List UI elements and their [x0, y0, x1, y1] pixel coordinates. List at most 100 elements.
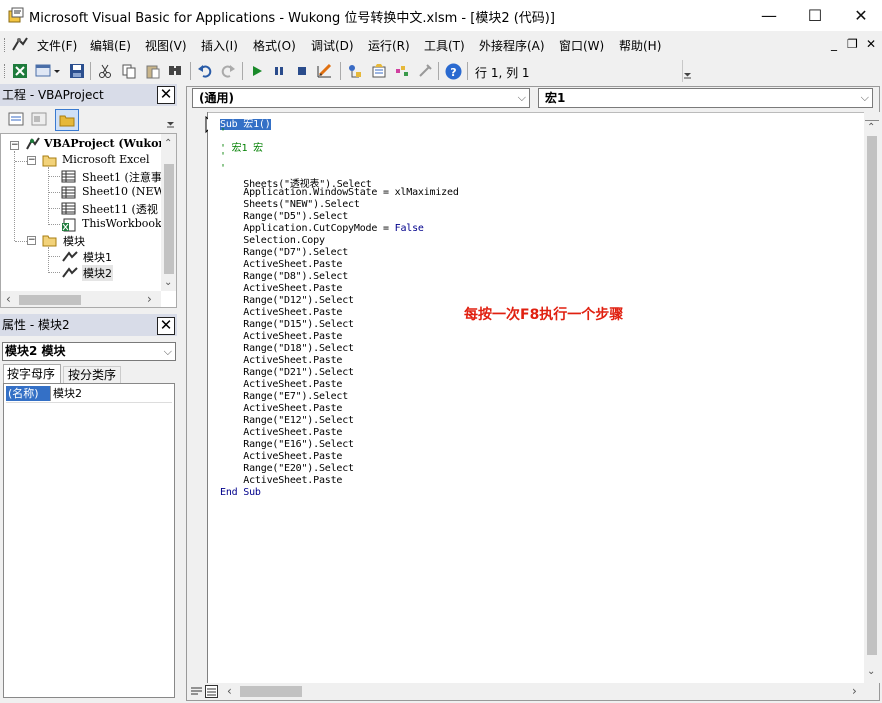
tree-item-sheet1[interactable]: Sheet1 (注意事: [82, 169, 162, 185]
code-line[interactable]: Range("D5").Select: [220, 211, 348, 222]
scroll-down-icon[interactable]: ⌄: [164, 277, 172, 288]
code-line[interactable]: Range("D7").Select: [220, 247, 348, 258]
scroll-thumb[interactable]: [19, 295, 81, 305]
code-line[interactable]: ': [220, 151, 226, 162]
menu-item[interactable]: 帮助(H): [619, 37, 661, 54]
code-line[interactable]: ActiveSheet.Paste: [220, 355, 342, 366]
tree-item-excel-objects[interactable]: Microsoft Excel: [62, 153, 150, 166]
procedure-view-icon[interactable]: [190, 685, 203, 698]
code-line[interactable]: Application.WindowState = xlMaximized: [220, 187, 459, 198]
margin-indicator-bar[interactable]: [187, 112, 219, 683]
save-icon[interactable]: [68, 62, 86, 80]
paste-icon[interactable]: [144, 62, 162, 80]
code-line[interactable]: ': [220, 127, 226, 138]
run-icon[interactable]: [248, 62, 266, 80]
toolbox-icon[interactable]: [416, 62, 434, 80]
menu-item[interactable]: 外接程序(A): [479, 37, 545, 54]
find-icon[interactable]: [166, 62, 184, 80]
view-code-icon[interactable]: [8, 111, 26, 129]
menu-item[interactable]: 窗口(W): [559, 37, 604, 54]
tree-vscrollbar[interactable]: ⌃ ⌄: [161, 134, 176, 291]
menu-item[interactable]: 插入(I): [201, 37, 238, 54]
scroll-thumb[interactable]: [240, 686, 302, 697]
menu-item[interactable]: 工具(T): [424, 37, 465, 54]
scroll-right-icon[interactable]: ›: [852, 684, 857, 698]
code-line[interactable]: Range("E20").Select: [220, 463, 354, 474]
split-bar[interactable]: [865, 113, 879, 121]
tree-item-vbaproject[interactable]: VBAProject (Wukon: [44, 137, 166, 150]
object-combo[interactable]: (通用) ⌵: [192, 88, 530, 108]
insert-dropdown-icon[interactable]: [52, 62, 62, 80]
pause-icon[interactable]: [270, 62, 288, 80]
chevron-down-icon[interactable]: ⌵: [518, 89, 526, 107]
panel-options-icon[interactable]: [166, 109, 176, 131]
code-line[interactable]: Range("E16").Select: [220, 439, 354, 450]
code-line[interactable]: Range("D15").Select: [220, 319, 354, 330]
undo-icon[interactable]: [196, 62, 214, 80]
property-name-cell[interactable]: (名称): [6, 386, 50, 401]
toggle-folders-icon[interactable]: [55, 109, 79, 131]
scroll-left-icon[interactable]: ‹: [6, 292, 11, 306]
menubar-grip[interactable]: [4, 38, 7, 52]
code-line[interactable]: ': [220, 163, 226, 174]
menu-item[interactable]: 编辑(E): [90, 37, 131, 54]
code-line[interactable]: Range("D18").Select: [220, 343, 354, 354]
code-line[interactable]: ActiveSheet.Paste: [220, 283, 342, 294]
minimize-button[interactable]: —: [746, 0, 792, 31]
code-line[interactable]: ActiveSheet.Paste: [220, 259, 342, 270]
tree-item-thisworkbook[interactable]: ThisWorkbook: [82, 217, 162, 230]
code-line[interactable]: Selection.Copy: [220, 235, 325, 246]
code-line[interactable]: Sub 宏1(): [220, 115, 271, 130]
cut-icon[interactable]: [96, 62, 114, 80]
code-line[interactable]: Range("D21").Select: [220, 367, 354, 378]
panel-splitter[interactable]: [179, 84, 184, 703]
properties-window-icon[interactable]: [370, 62, 388, 80]
menu-item[interactable]: 视图(V): [145, 37, 187, 54]
code-line[interactable]: ActiveSheet.Paste: [220, 475, 342, 486]
code-hscrollbar[interactable]: ‹ ›: [222, 683, 864, 700]
insert-userform-icon[interactable]: [34, 62, 52, 80]
object-select[interactable]: 模块2 模块 ⌵: [2, 342, 176, 361]
scroll-left-icon[interactable]: ‹: [227, 684, 232, 698]
reset-icon[interactable]: [293, 62, 311, 80]
code-line[interactable]: ActiveSheet.Paste: [220, 427, 342, 438]
code-line[interactable]: Range("D12").Select: [220, 295, 354, 306]
tree-item-sheet11[interactable]: Sheet11 (透视: [82, 201, 158, 217]
code-line[interactable]: ActiveSheet.Paste: [220, 403, 342, 414]
redo-icon[interactable]: [219, 62, 237, 80]
expand-modules-icon[interactable]: −: [27, 236, 36, 245]
tree-item-sheet10[interactable]: Sheet10 (NEW): [82, 185, 169, 198]
scroll-up-icon[interactable]: ⌃: [867, 122, 875, 133]
expand-root-icon[interactable]: −: [10, 141, 19, 150]
project-explorer-icon[interactable]: [346, 62, 364, 80]
help-icon[interactable]: ?: [444, 62, 462, 80]
mdi-minimize-button[interactable]: _: [831, 37, 837, 51]
mdi-close-button[interactable]: ✕: [866, 37, 876, 51]
code-line[interactable]: ActiveSheet.Paste: [220, 451, 342, 462]
copy-icon[interactable]: [120, 62, 138, 80]
object-browser-icon[interactable]: [393, 62, 411, 80]
toolbar-grip[interactable]: [4, 64, 7, 78]
code-editor[interactable]: Sub 宏1() ' ' 宏1 宏 ' ' Sheets("透视表").Select A…: [208, 112, 864, 683]
scroll-up-icon[interactable]: ⌃: [164, 138, 172, 149]
scroll-thumb[interactable]: [867, 136, 877, 655]
scroll-thumb[interactable]: [164, 164, 174, 274]
design-mode-icon[interactable]: [316, 62, 334, 80]
scroll-down-icon[interactable]: ⌄: [867, 666, 875, 677]
vba-menu-icon[interactable]: [11, 36, 29, 52]
property-value-cell[interactable]: 模块2: [53, 386, 171, 401]
code-line[interactable]: Sheets("NEW").Select: [220, 199, 360, 210]
code-line[interactable]: Range("D8").Select: [220, 271, 348, 282]
code-line[interactable]: ' 宏1 宏: [220, 139, 263, 154]
full-module-view-icon[interactable]: [205, 685, 218, 698]
code-vscrollbar[interactable]: ⌃ ⌄: [864, 112, 880, 683]
chevron-down-icon[interactable]: ⌵: [861, 89, 869, 107]
code-line[interactable]: End Sub: [220, 487, 261, 498]
code-line[interactable]: Range("E7").Select: [220, 391, 348, 402]
code-line[interactable]: Range("E12").Select: [220, 415, 354, 426]
code-line[interactable]: ActiveSheet.Paste: [220, 379, 342, 390]
tree-item-module2[interactable]: 模块2: [82, 265, 113, 281]
scroll-right-icon[interactable]: ›: [147, 292, 152, 306]
tree-item-module1[interactable]: 模块1: [83, 249, 112, 265]
procedure-combo[interactable]: 宏1 ⌵: [538, 88, 873, 108]
